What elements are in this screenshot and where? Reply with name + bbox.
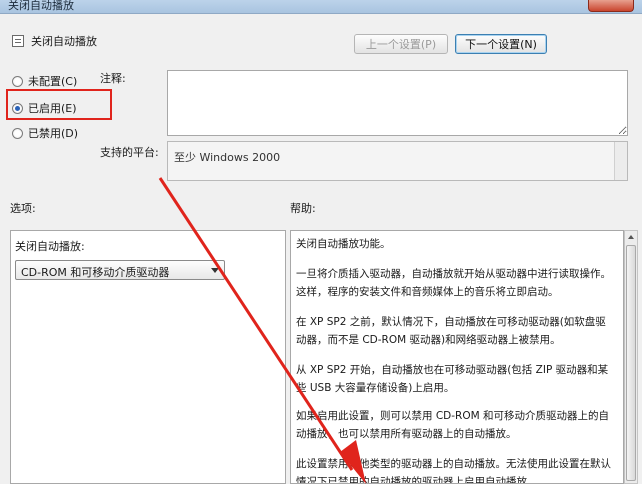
help-paragraph: 如果启用此设置，则可以禁用 CD-ROM 和可移动介质驱动器上的自动播放，也可以… <box>296 410 609 440</box>
platform-scrollbar[interactable] <box>614 142 627 180</box>
dropdown-value: CD-ROM 和可移动介质驱动器 <box>21 266 170 279</box>
platform-label: 支持的平台: <box>100 146 159 159</box>
window-titlebar: 关闭自动播放 <box>0 0 642 14</box>
radio-not-configured-label: 未配置(C) <box>28 75 78 88</box>
radio-disabled-icon[interactable] <box>12 127 23 139</box>
help-paragraph: 一旦将介质插入驱动器，自动播放就开始从驱动器中进行读取操作。这样，程序的安装文件… <box>296 268 611 298</box>
help-scrollbar[interactable] <box>624 230 638 484</box>
next-setting-button[interactable]: 下一个设置(N) <box>455 34 547 54</box>
previous-setting-button[interactable]: 上一个设置(P) <box>354 34 448 54</box>
comment-label: 注释: <box>100 72 126 85</box>
platform-value: 至少 Windows 2000 <box>174 151 281 164</box>
chevron-down-icon <box>211 268 219 273</box>
options-label: 选项: <box>10 202 36 215</box>
autoplay-drive-dropdown[interactable]: CD-ROM 和可移动介质驱动器 <box>15 260 225 280</box>
scroll-up-icon[interactable] <box>628 235 634 239</box>
help-paragraph: 此设置禁用其他类型的驱动器上的自动播放。无法使用此设置在默认情况下已禁用的自动播… <box>296 458 611 484</box>
window-title: 关闭自动播放 <box>8 0 74 12</box>
policy-name: 关闭自动播放 <box>31 35 97 48</box>
help-paragraph: 关闭自动播放功能。 <box>296 238 391 250</box>
help-paragraph: 在 XP SP2 之前，默认情况下，自动播放在可移动驱动器(如软盘驱动器，而不是… <box>296 316 606 346</box>
close-window-button[interactable] <box>588 0 634 12</box>
radio-disabled[interactable]: 已禁用(D) <box>12 125 78 141</box>
autoplay-field-label: 关闭自动播放: <box>15 240 85 253</box>
help-pane: 关闭自动播放功能。 一旦将介质插入驱动器，自动播放就开始从驱动器中进行读取操作。… <box>290 230 624 484</box>
radio-not-configured[interactable]: 未配置(C) <box>12 73 77 89</box>
platform-box: 至少 Windows 2000 <box>167 141 628 181</box>
radio-disabled-label: 已禁用(D) <box>28 127 79 140</box>
help-scroll-thumb[interactable] <box>626 245 636 481</box>
options-pane: 关闭自动播放: CD-ROM 和可移动介质驱动器 <box>10 230 286 484</box>
help-paragraph: 从 XP SP2 开始，自动播放也在可移动驱动器(包括 ZIP 驱动器和某些 U… <box>296 364 609 394</box>
policy-setting-icon <box>12 35 24 47</box>
annotation-highlight-box <box>6 89 112 120</box>
comment-textarea[interactable] <box>167 70 628 136</box>
radio-not-configured-icon[interactable] <box>12 75 23 87</box>
help-label: 帮助: <box>290 202 316 215</box>
